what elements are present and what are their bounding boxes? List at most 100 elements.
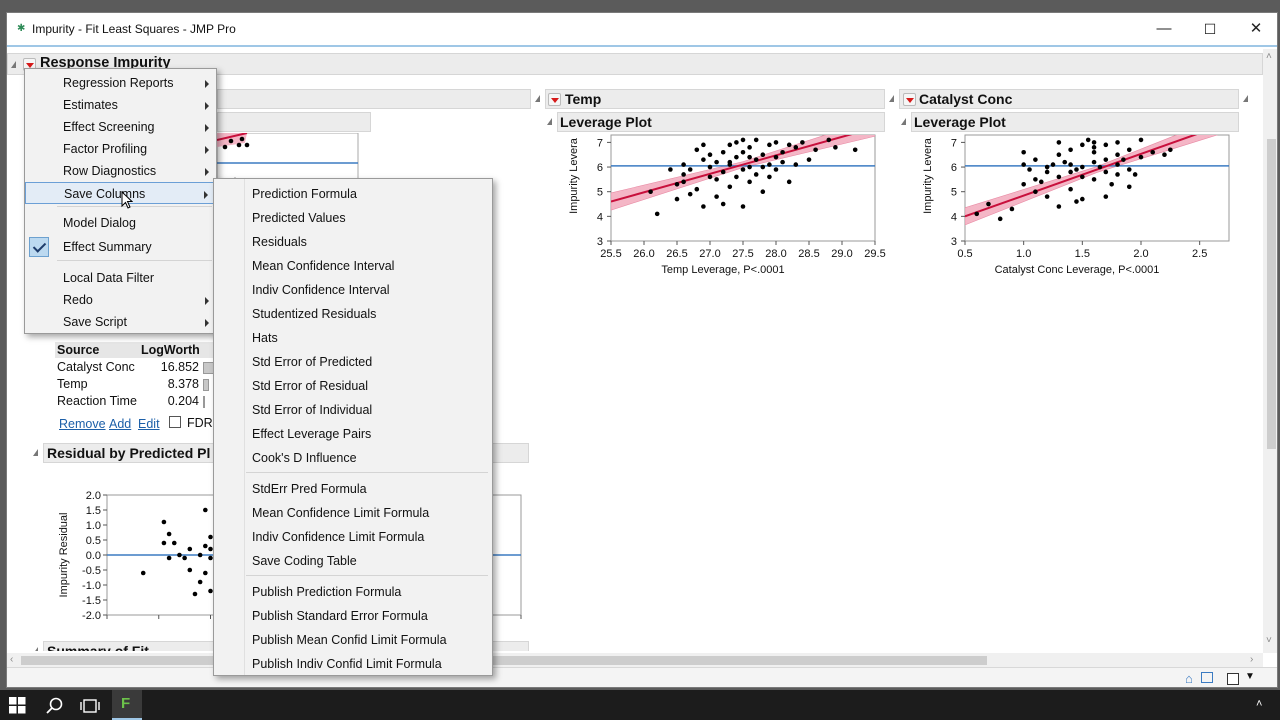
scroll-right-icon[interactable]: ›: [1250, 654, 1253, 665]
save-item-publish-prediction-formula[interactable]: Publish Prediction Formula: [214, 581, 492, 603]
menu-item-effect-summary[interactable]: Effect Summary: [25, 236, 216, 258]
menu-item-label: Std Error of Predicted: [252, 355, 373, 369]
menu-item-label: Indiv Confidence Limit Formula: [252, 530, 425, 544]
data-point: [1103, 142, 1109, 148]
edit-link[interactable]: Edit: [138, 417, 160, 431]
save-item-residuals[interactable]: Residuals: [214, 231, 492, 253]
catalyst-red-triangle-icon[interactable]: [903, 93, 916, 106]
data-point: [1038, 179, 1044, 185]
x-tick-label: 29.0: [831, 248, 852, 260]
y-axis-label: Impurity Levera: [568, 137, 580, 214]
home-icon[interactable]: ⌂: [1185, 671, 1193, 686]
data-point: [674, 196, 680, 202]
fdr-checkbox[interactable]: [169, 416, 181, 428]
data-point: [171, 540, 177, 546]
save-item-mean-confidence-limit-formula[interactable]: Mean Confidence Limit Formula: [214, 502, 492, 524]
residual-disclosure-icon[interactable]: [33, 449, 38, 456]
menu-item-local-data-filter[interactable]: Local Data Filter: [25, 267, 216, 289]
save-item-save-coding-table[interactable]: Save Coding Table: [214, 550, 492, 572]
save-item-publish-standard-error-formula[interactable]: Publish Standard Error Formula: [214, 605, 492, 627]
tray-chevron-up-icon[interactable]: ˄: [1256, 698, 1262, 710]
y-tick-label: 7: [951, 137, 957, 149]
menu-item-factor-profiling[interactable]: Factor Profiling: [25, 138, 216, 160]
save-item-indiv-confidence-interval[interactable]: Indiv Confidence Interval: [214, 279, 492, 301]
data-point: [701, 157, 706, 162]
x-tick-label: 28.0: [765, 248, 786, 260]
menu-item-row-diagnostics[interactable]: Row Diagnostics: [25, 160, 216, 182]
jmp-taskbar-button[interactable]: F: [112, 690, 142, 720]
search-icon[interactable]: [46, 697, 64, 715]
save-item-mean-confidence-interval[interactable]: Mean Confidence Interval: [214, 255, 492, 277]
scroll-down-icon[interactable]: ˅: [1266, 635, 1272, 646]
data-point: [1091, 140, 1097, 145]
menu-item-label: Publish Standard Error Formula: [252, 609, 428, 623]
data-point: [747, 179, 752, 185]
effect-summary-logworth-cell: 0.204: [167, 394, 199, 408]
data-point: [793, 145, 799, 150]
horizontal-scroll-thumb[interactable]: [21, 656, 987, 665]
add-link[interactable]: Add: [109, 417, 131, 431]
menu-item-label: Regression Reports: [63, 76, 174, 90]
temp-leverage-disclosure-icon[interactable]: [547, 118, 552, 125]
maximize-button[interactable]: ☐: [1199, 19, 1221, 39]
menu-item-estimates[interactable]: Estimates: [25, 94, 216, 116]
save-item-hats[interactable]: Hats: [214, 327, 492, 349]
menu-item-label: Hats: [252, 331, 278, 345]
scroll-up-icon[interactable]: ˄: [1266, 51, 1272, 62]
catalyst-disclosure-icon[interactable]: [889, 95, 894, 102]
data-point: [1091, 177, 1097, 182]
save-item-publish-mean-confid-limit-formula[interactable]: Publish Mean Confid Limit Formula: [214, 629, 492, 651]
remove-link[interactable]: Remove: [59, 417, 106, 431]
data-point: [793, 162, 799, 167]
save-item-cook-s-d-influence[interactable]: Cook's D Influence: [214, 447, 492, 469]
status-dropdown-icon[interactable]: ▼: [1245, 671, 1255, 682]
windows-start-icon[interactable]: [9, 697, 26, 714]
data-point: [1103, 157, 1109, 162]
menu-item-regression-reports[interactable]: Regression Reports: [25, 72, 216, 94]
task-view-icon[interactable]: [80, 698, 100, 714]
save-item-effect-leverage-pairs[interactable]: Effect Leverage Pairs: [214, 423, 492, 445]
save-item-publish-indiv-confid-limit-formula[interactable]: Publish Indiv Confid Limit Formula: [214, 653, 492, 675]
horizontal-scrollbar[interactable]: ‹ ›: [7, 653, 1263, 667]
save-item-std-error-of-individual[interactable]: Std Error of Individual: [214, 399, 492, 421]
scroll-left-icon[interactable]: ‹: [10, 654, 13, 665]
window-list-icon[interactable]: [1201, 672, 1213, 683]
y-tick-label: 4: [951, 211, 957, 223]
data-point: [1121, 157, 1126, 162]
data-point: [1080, 174, 1085, 180]
vertical-scrollbar[interactable]: ˄ ˅: [1263, 49, 1277, 653]
save-item-predicted-values[interactable]: Predicted Values: [214, 207, 492, 229]
summary-disclosure-icon[interactable]: [33, 647, 38, 651]
vertical-scroll-thumb[interactable]: [1267, 139, 1276, 449]
temp-disclosure-icon[interactable]: [535, 95, 540, 102]
data-point: [707, 152, 713, 158]
response-disclosure-icon[interactable]: [11, 61, 16, 68]
data-point: [161, 519, 167, 525]
save-item-std-error-of-predicted[interactable]: Std Error of Predicted: [214, 351, 492, 373]
data-point: [1033, 177, 1038, 182]
y-tick-label: -1.5: [82, 595, 101, 607]
save-item-studentized-residuals[interactable]: Studentized Residuals: [214, 303, 492, 325]
data-point: [813, 147, 818, 153]
logworth-bar: [203, 379, 210, 391]
x-tick-label: 1.0: [1016, 248, 1031, 260]
menu-item-save-script[interactable]: Save Script: [25, 311, 216, 333]
save-item-prediction-formula[interactable]: Prediction Formula: [214, 183, 492, 205]
catalyst-leverage-disclosure-icon[interactable]: [901, 118, 906, 125]
effect-summary-logworth-cell: 8.378: [167, 377, 199, 391]
jmp-taskbar-icon: F: [121, 695, 131, 712]
menu-item-redo[interactable]: Redo: [25, 289, 216, 311]
save-item-std-error-of-residual[interactable]: Std Error of Residual: [214, 375, 492, 397]
data-point: [1021, 149, 1026, 155]
menu-item-effect-screening[interactable]: Effect Screening: [25, 116, 216, 138]
menu-item-model-dialog[interactable]: Model Dialog: [25, 212, 216, 234]
minimize-button[interactable]: —: [1153, 19, 1175, 39]
next-effect-disclosure-icon[interactable]: [1243, 95, 1248, 102]
temp-red-triangle-icon[interactable]: [548, 93, 561, 106]
save-item-stderr-pred-formula[interactable]: StdErr Pred Formula: [214, 478, 492, 500]
data-point: [707, 174, 713, 180]
selection-box-icon[interactable]: [1227, 673, 1239, 685]
data-point: [203, 543, 208, 549]
close-button[interactable]: ✕: [1245, 19, 1267, 39]
save-item-indiv-confidence-limit-formula[interactable]: Indiv Confidence Limit Formula: [214, 526, 492, 548]
